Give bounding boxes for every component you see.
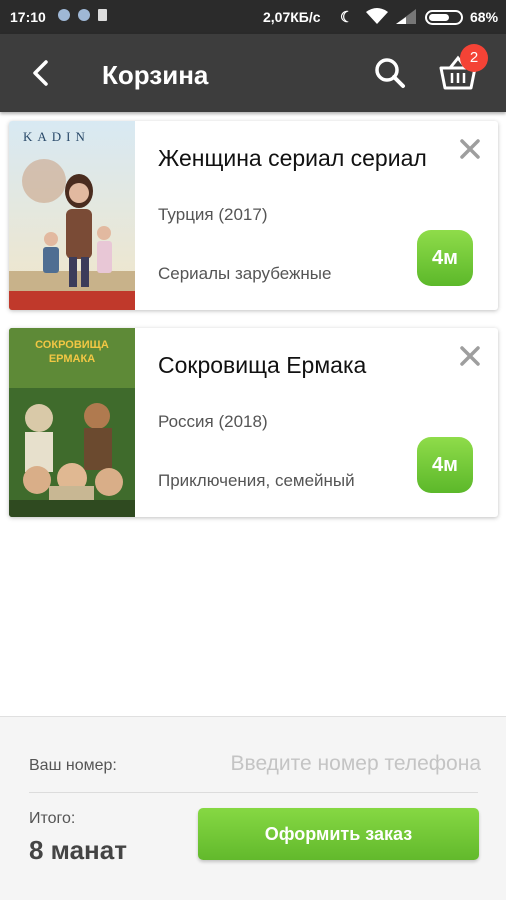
item-genre: Приключения, семейный [158, 471, 355, 490]
notification-icons [58, 9, 107, 21]
telegram-icon [78, 9, 90, 21]
place-order-button[interactable]: Оформить заказ [198, 808, 479, 860]
item-poster: СОКРОВИЩА ЕРМАКА [9, 328, 135, 517]
search-icon[interactable] [373, 56, 407, 90]
poster-title: KADIN [23, 129, 90, 144]
wifi-icon [366, 8, 388, 28]
item-genre: Сериалы зарубежные [158, 264, 332, 283]
battery-percent: 68% [470, 9, 499, 25]
status-time: 17:10 [10, 9, 46, 25]
network-speed: 2,07КБ/с [263, 9, 321, 25]
item-country: Россия (2018) [158, 412, 268, 431]
cart-item-card[interactable]: KADIN Женщина сериал сериал Турция (2017… [9, 121, 498, 310]
moon-icon: ☾ [340, 9, 354, 26]
cart-item-card[interactable]: СОКРОВИЩА ЕРМАКА Сокровища Ермака Россия… [9, 328, 498, 517]
notification-dot-icon [58, 9, 70, 21]
signal-icon [396, 9, 416, 27]
notification-square-icon [98, 9, 107, 21]
item-title: Женщина сериал сериал [158, 145, 427, 171]
remove-item-close-icon[interactable] [458, 137, 482, 161]
app-bar: Корзина 2 [0, 34, 506, 112]
divider [29, 792, 478, 793]
cart-count-badge: 2 [460, 44, 488, 72]
order-footer: Ваш номер: Итого: 8 манат Оформить заказ [0, 716, 506, 900]
battery-icon [425, 10, 463, 25]
page-title: Корзина [102, 60, 209, 90]
phone-label: Ваш номер: [29, 757, 117, 774]
phone-input[interactable] [185, 747, 481, 781]
item-poster: KADIN [9, 121, 135, 310]
remove-item-close-icon[interactable] [458, 344, 482, 368]
item-price-badge: 4м [417, 437, 473, 493]
back-arrow-icon[interactable] [26, 56, 54, 90]
item-price-badge: 4м [417, 230, 473, 286]
item-title: Сокровища Ермака [158, 352, 367, 378]
total-label: Итого: [29, 810, 76, 827]
status-bar: 17:10 2,07КБ/с ☾ 68% [0, 0, 506, 34]
item-country: Турция (2017) [158, 205, 268, 224]
total-value: 8 манат [29, 835, 127, 865]
poster-title: СОКРОВИЩА ЕРМАКА [35, 339, 109, 365]
